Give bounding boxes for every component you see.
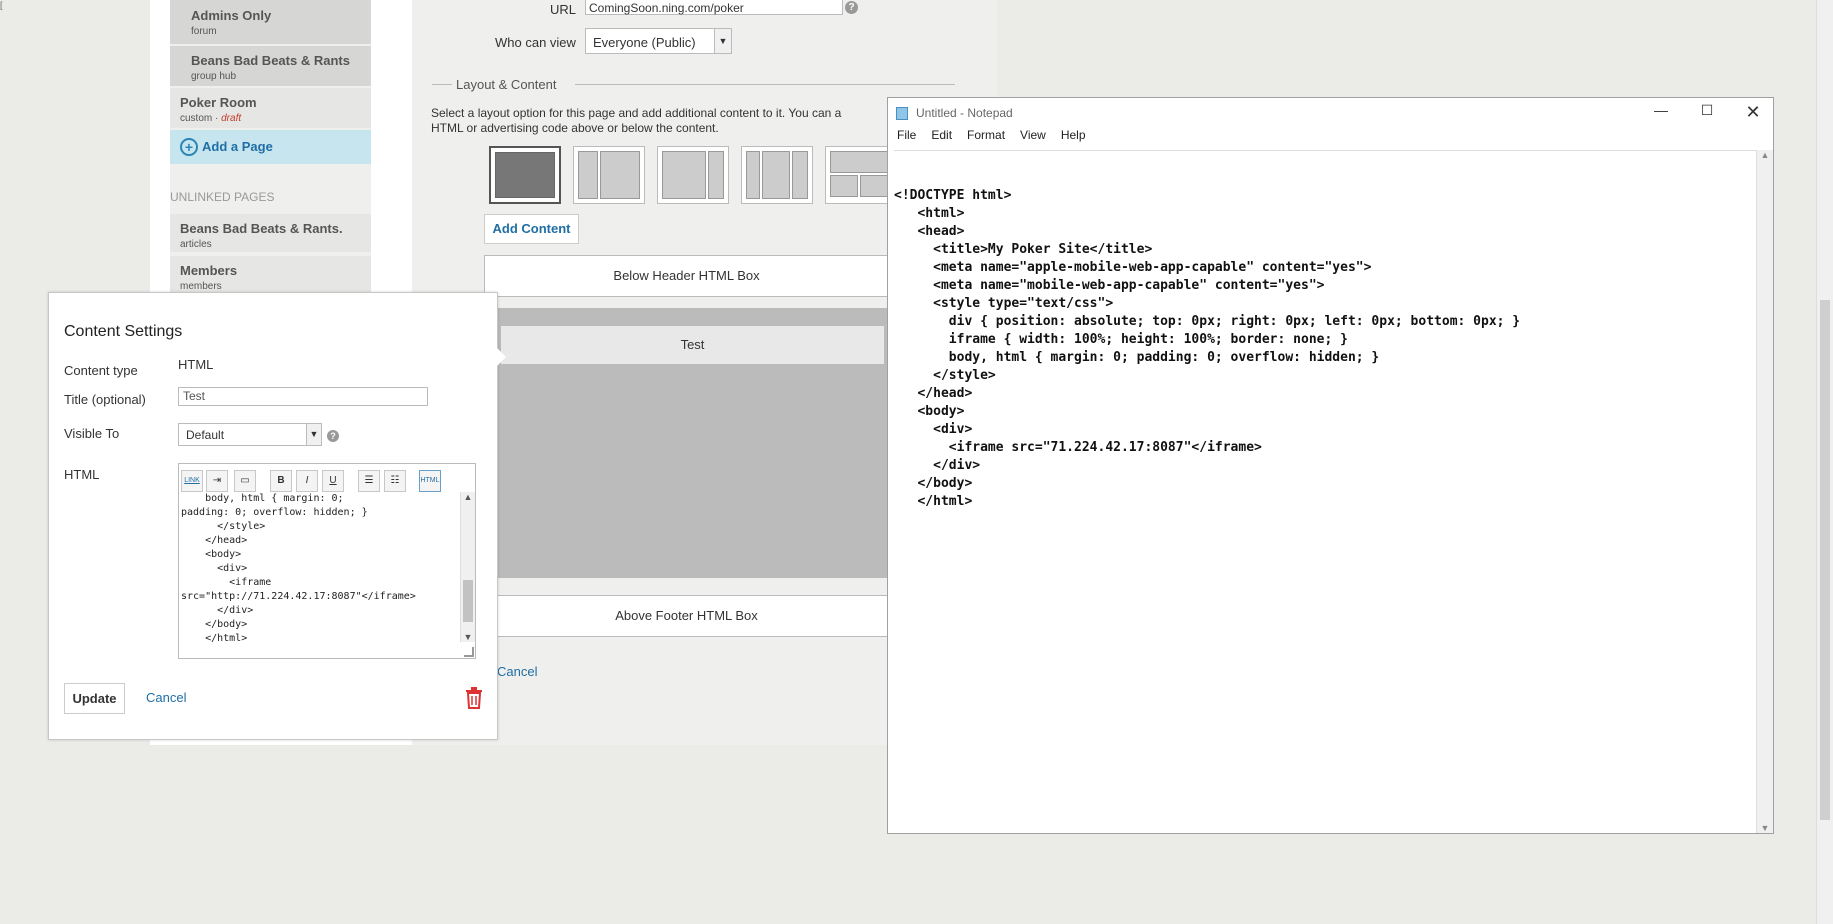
- sidebar-item-subtitle: articles: [180, 239, 212, 250]
- link-button[interactable]: LINK: [181, 470, 203, 492]
- sidebar-item-title: Members: [180, 263, 238, 278]
- add-content-button[interactable]: Add Content: [484, 214, 579, 244]
- trash-icon[interactable]: [465, 687, 483, 709]
- window-title: Untitled - Notepad: [916, 106, 1013, 120]
- italic-button[interactable]: I: [296, 470, 318, 492]
- sidebar-item-title: Poker Room: [180, 95, 257, 110]
- resize-handle-icon[interactable]: [464, 647, 474, 657]
- dialog-title: Content Settings: [64, 323, 183, 340]
- sidebar-item-subtitle: group hub: [191, 71, 237, 82]
- menu-file[interactable]: File: [897, 128, 916, 142]
- scrollbar-thumb[interactable]: [1820, 300, 1830, 820]
- bold-button[interactable]: B: [270, 470, 292, 492]
- test-content-box[interactable]: Test: [500, 325, 885, 365]
- content-type-value: HTML: [178, 357, 214, 372]
- layout-description: Select a layout option for this page and…: [431, 106, 842, 135]
- layout-option-1col[interactable]: [489, 146, 561, 204]
- bulleted-list-icon[interactable]: ☰: [358, 470, 380, 492]
- title-input[interactable]: Test: [178, 387, 428, 406]
- section-title: Layout & Content: [456, 77, 557, 92]
- sidebar-item-poker-room[interactable]: Poker Room custom · draft: [170, 88, 371, 128]
- numbered-list-icon[interactable]: ☷: [384, 470, 406, 492]
- notepad-window: Untitled - Notepad — ☐ ✕ File Edit Format V…: [887, 97, 1774, 834]
- visible-to-label: Visible To: [64, 426, 120, 441]
- layout-option-2col[interactable]: [573, 146, 645, 204]
- sidebar-item-beans-articles[interactable]: Beans Bad Beats & Rants. articles: [170, 214, 371, 252]
- sidebar-item-admins-only[interactable]: Admins Only forum: [170, 0, 371, 44]
- minimize-icon[interactable]: —: [1641, 102, 1681, 124]
- maximize-icon[interactable]: ☐: [1687, 102, 1727, 124]
- sidebar-item-subtitle: custom · draft: [180, 113, 242, 124]
- below-header-html-box[interactable]: Below Header HTML Box: [484, 255, 889, 297]
- chevron-down-icon[interactable]: ▼: [461, 632, 475, 642]
- menu-format[interactable]: Format: [967, 128, 1005, 142]
- chevron-down-icon: ▼: [306, 424, 321, 445]
- title-label: Title (optional): [64, 392, 146, 407]
- html-editor[interactable]: LINK ⇥ ▭ B I U ☰ ☷ HTML body, html { mar…: [178, 463, 476, 659]
- visible-to-select[interactable]: Default ▼: [178, 423, 322, 446]
- help-icon[interactable]: ?: [845, 1, 858, 14]
- add-page-label: Add a Page: [202, 139, 273, 154]
- notepad-scrollbar[interactable]: ▲ ▼: [1756, 150, 1773, 833]
- draft-badge: draft: [221, 113, 242, 124]
- sidebar-item-title: Beans Bad Beats & Rants.: [180, 221, 343, 236]
- notepad-app-icon: [896, 107, 908, 120]
- help-icon[interactable]: ?: [327, 430, 339, 442]
- main-cancel-link[interactable]: Cancel: [497, 664, 537, 679]
- sidebar-item-title: Admins Only: [191, 8, 272, 23]
- dialog-pointer: [496, 347, 506, 367]
- sidebar-item-subtitle: members: [180, 281, 222, 292]
- add-page-button[interactable]: + Add a Page: [170, 130, 371, 164]
- layout-option-grid[interactable]: [825, 146, 890, 204]
- indent-icon[interactable]: ⇥: [206, 470, 228, 492]
- who-can-view-select[interactable]: Everyone (Public) ▼: [585, 28, 732, 54]
- menu-view[interactable]: View: [1020, 128, 1046, 142]
- page-scrollbar[interactable]: [1816, 0, 1833, 924]
- content-type-label: Content type: [64, 363, 138, 378]
- url-label: URL: [550, 2, 577, 17]
- section-divider-right: [575, 84, 955, 85]
- html-mode-button[interactable]: HTML: [419, 470, 441, 492]
- sidebar-item-subtitle: forum: [191, 26, 217, 37]
- editor-scrollbar[interactable]: ▲ ▼: [460, 492, 475, 642]
- close-icon[interactable]: ✕: [1733, 102, 1773, 124]
- menu-edit[interactable]: Edit: [931, 128, 952, 142]
- section-divider: [432, 84, 452, 85]
- scrollbar-thumb[interactable]: [463, 580, 473, 622]
- plus-circle-icon: +: [180, 138, 198, 156]
- unlinked-pages-heading: UNLINKED PAGES: [170, 190, 275, 204]
- chevron-up-icon[interactable]: ▲: [461, 492, 475, 502]
- html-code-text[interactable]: body, html { margin: 0; padding: 0; over…: [181, 492, 457, 642]
- html-label: HTML: [64, 467, 100, 482]
- underline-button[interactable]: U: [322, 470, 344, 492]
- corner-mark: [: [0, 0, 3, 10]
- notepad-titlebar[interactable]: Untitled - Notepad — ☐ ✕: [888, 98, 1773, 128]
- image-icon[interactable]: ▭: [234, 470, 256, 492]
- layout-option-3col[interactable]: [741, 146, 813, 204]
- notepad-text-area[interactable]: <!DOCTYPE html> <html> <head> <title>My …: [894, 150, 1761, 832]
- content-settings-dialog: Content Settings Content type HTML Title…: [48, 292, 498, 740]
- who-can-view-label: Who can view: [495, 35, 576, 50]
- chevron-up-icon[interactable]: ▲: [1757, 150, 1773, 160]
- sidebar-item-beans-bad-beats[interactable]: Beans Bad Beats & Rants group hub: [170, 46, 371, 86]
- update-button[interactable]: Update: [64, 683, 125, 714]
- above-footer-html-box[interactable]: Above Footer HTML Box: [484, 595, 889, 637]
- sidebar-item-title: Beans Bad Beats & Rants: [191, 53, 350, 68]
- layout-option-2col-b[interactable]: [657, 146, 729, 204]
- chevron-down-icon[interactable]: ▼: [1757, 823, 1773, 833]
- url-field[interactable]: ComingSoon.ning.com/poker: [585, 0, 843, 15]
- cancel-link[interactable]: Cancel: [146, 690, 186, 705]
- notepad-menubar: File Edit Format View Help: [888, 128, 1773, 150]
- sidebar-item-members[interactable]: Members members: [170, 256, 371, 296]
- chevron-down-icon: ▼: [714, 29, 731, 53]
- menu-help[interactable]: Help: [1061, 128, 1086, 142]
